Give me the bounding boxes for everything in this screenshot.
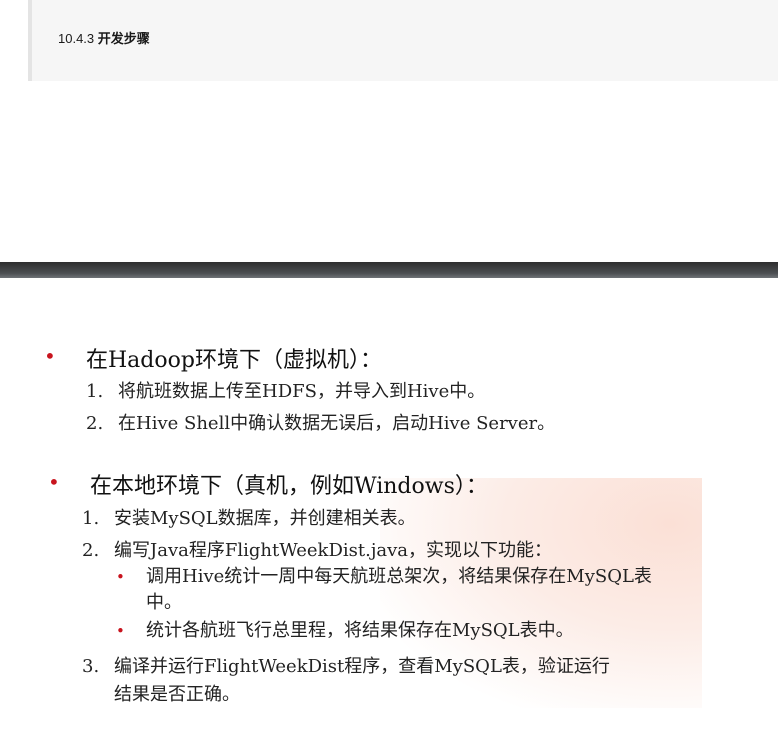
list-item-continuation: 结果是否正确。 — [114, 684, 240, 705]
sub-bullet-icon: • — [116, 622, 125, 640]
group-title-local: 在本地环境下（真机，例如Windows）： — [90, 474, 488, 499]
sub-bullet-icon: • — [116, 568, 125, 586]
group-title-hadoop: 在Hadoop环境下（虚拟机）： — [86, 348, 382, 373]
item-number: 2. — [86, 413, 104, 434]
slide-top-divider — [0, 262, 778, 278]
item-number: 1. — [82, 508, 100, 529]
sub-list-item: 统计各航班飞行总里程，将结果保存在MySQL表中。 — [146, 620, 574, 641]
item-text: 在Hive Shell中确认数据无误后，启动Hive Server。 — [118, 413, 556, 434]
item-text: 将航班数据上传至HDFS，并导入到Hive中。 — [118, 381, 486, 402]
sub-list-item: 调用Hive统计一周中每天航班总架次，将结果保存在MySQL表中。 — [146, 566, 652, 613]
section-heading: 10.4.3 开发步骤 — [28, 0, 778, 81]
bullet-dot-icon: • — [48, 470, 60, 494]
list-item: 1. 将航班数据上传至HDFS，并导入到Hive中。 — [86, 377, 485, 403]
section-number: 10.4.3 — [58, 31, 95, 46]
list-item: 2. 在Hive Shell中确认数据无误后，启动Hive Server。 — [86, 409, 555, 435]
item-text: 编写Java程序FlightWeekDist.java，实现以下功能： — [114, 540, 553, 561]
item-text: 编译并运行FlightWeekDist程序，查看MySQL表，验证运行 — [114, 656, 610, 677]
item-number: 1. — [86, 381, 104, 402]
item-number: 2. — [82, 540, 100, 561]
slide-image: • 在Hadoop环境下（虚拟机）： 1. 将航班数据上传至HDFS，并导入到Hi… — [0, 278, 778, 734]
list-item: 3. 编译并运行FlightWeekDist程序，查看MySQL表，验证运行 — [82, 652, 610, 678]
list-item: 2. 编写Java程序FlightWeekDist.java，实现以下功能： — [82, 536, 552, 562]
item-number: 3. — [82, 656, 100, 677]
list-item: 1. 安装MySQL数据库，并创建相关表。 — [82, 504, 416, 530]
section-title: 10.4.3 开发步骤 — [58, 28, 150, 47]
section-title-text: 开发步骤 — [97, 31, 150, 46]
item-text: 安装MySQL数据库，并创建相关表。 — [114, 508, 416, 529]
bullet-dot-icon: • — [44, 344, 56, 368]
